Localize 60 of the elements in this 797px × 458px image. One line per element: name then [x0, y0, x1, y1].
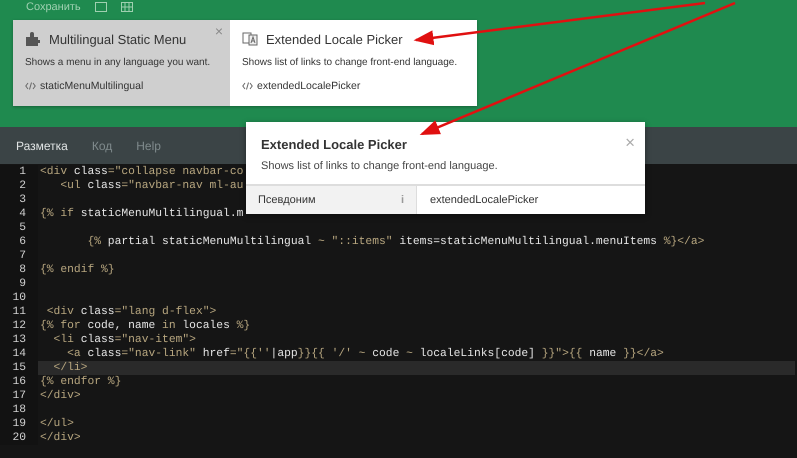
component-title: Multilingual Static Menu: [49, 32, 186, 46]
code-line: {% endif %}: [40, 263, 115, 277]
code-line: {% endfor %}: [40, 375, 122, 389]
component-card[interactable]: Extended Locale Picker Shows list of links to change front-end language. extendedLocalePicker: [230, 20, 477, 106]
info-icon[interactable]: i: [400, 194, 404, 206]
popup-title: Extended Locale Picker: [261, 137, 407, 152]
component-alias: staticMenuMultilingual: [40, 80, 144, 92]
code-line: </div>: [40, 389, 81, 403]
line-number: 2: [18, 179, 26, 193]
component-description: Shows a menu in any language you want.: [25, 57, 212, 68]
alias-input[interactable]: extendedLocalePicker: [430, 194, 645, 206]
close-icon[interactable]: ×: [625, 134, 635, 151]
line-number: 20: [11, 431, 26, 445]
code-line: <ul class="navbar-nav ml-au: [59, 179, 244, 193]
line-number: 17: [11, 389, 26, 403]
alias-field[interactable]: extendedLocalePicker: [417, 186, 645, 214]
line-number: 10: [11, 291, 26, 305]
code-line: <a class="nav-link" href="{{''|app}}{{ '/' ~ code ~ localeLinks[code] }}">{{ name }}</a>: [66, 347, 664, 361]
code-line: <li class="nav-item">: [52, 333, 196, 347]
code-line: <div class="collapse navbar-co: [40, 165, 244, 179]
line-number: 15: [11, 361, 26, 375]
line-number: 9: [18, 277, 26, 291]
table-icon[interactable]: [94, 2, 107, 12]
line-number: 13: [11, 333, 26, 347]
grid-icon[interactable]: [120, 2, 133, 12]
editor-tab[interactable]: Код: [92, 138, 112, 152]
code-line: </li>: [52, 361, 88, 375]
code-line: </ul>: [40, 417, 74, 431]
line-number: 19: [11, 417, 26, 431]
component-card[interactable]: Multilingual Static Menu × Shows a menu in any language you want. staticMenuMultilingual: [13, 20, 230, 106]
line-number: 16: [11, 375, 26, 389]
code-line: {% for code, name in locales %}: [40, 319, 250, 333]
line-number: 1: [18, 165, 26, 179]
property-name: Псевдоним: [258, 194, 316, 206]
line-number: 18: [11, 403, 26, 417]
code-line: </div>: [40, 431, 81, 445]
line-number: 4: [18, 207, 26, 221]
translate-icon: [242, 32, 258, 46]
code-icon: [242, 82, 253, 90]
line-number: 12: [11, 319, 26, 333]
component-alias: extendedLocalePicker: [257, 80, 360, 92]
line-number: 14: [11, 347, 26, 361]
line-number: 6: [18, 235, 26, 249]
code-line: <div class="lang d-flex">: [46, 305, 216, 319]
line-number: 7: [18, 249, 26, 263]
line-number: 11: [11, 305, 26, 319]
editor-tab[interactable]: Help: [136, 138, 161, 152]
component-description: Shows list of links to change front-end language.: [242, 57, 458, 68]
editor-tab[interactable]: Разметка: [16, 138, 68, 152]
code-line: {% if staticMenuMultilingual.m: [40, 207, 244, 221]
close-icon[interactable]: ×: [214, 23, 223, 39]
code-icon: [25, 82, 36, 90]
component-title: Extended Locale Picker: [266, 32, 403, 46]
line-number: 8: [18, 263, 26, 277]
line-number: 5: [18, 221, 26, 235]
popup-description: Shows list of links to change front-end language.: [260, 159, 499, 174]
puzzle-icon: [25, 32, 41, 46]
line-number: 3: [18, 193, 26, 207]
save-label[interactable]: Сохранить: [26, 1, 81, 13]
code-line: {% partial staticMenuMultilingual ~ "::items" items=staticMenuMultilingual.menuItems %}</a>: [86, 235, 704, 249]
